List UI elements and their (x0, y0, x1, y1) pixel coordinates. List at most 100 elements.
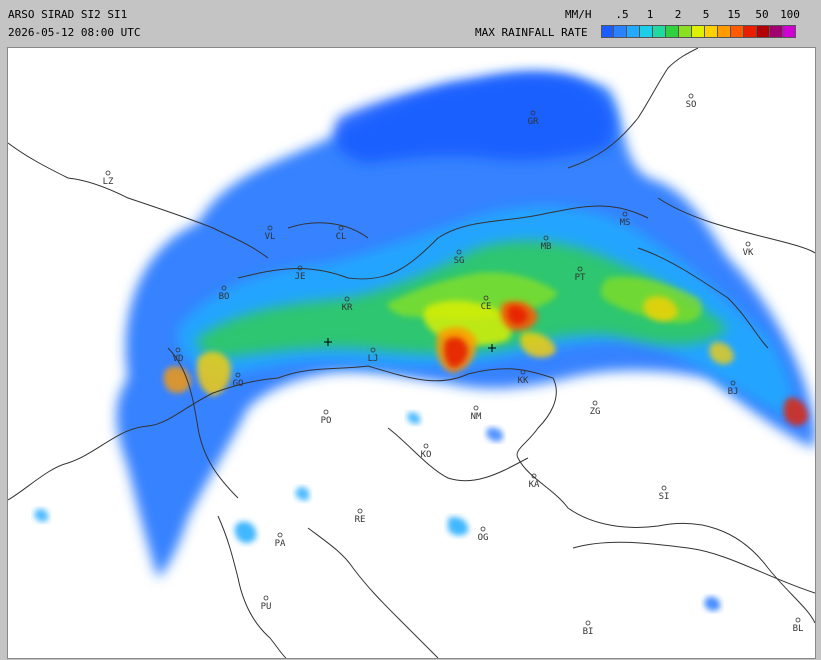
city-zg: ZG (590, 400, 601, 417)
city-label: VL (265, 232, 276, 242)
city-si: SI (659, 485, 670, 502)
city-label: SI (659, 492, 670, 502)
rain-cell-1 (334, 72, 614, 163)
city-re: RE (355, 508, 366, 525)
legend-swatch-6 (679, 25, 692, 38)
city-bl: BL (793, 617, 804, 634)
city-vk: VK (743, 241, 754, 258)
city-label: KR (342, 303, 353, 313)
legend-swatch-0 (601, 25, 614, 38)
legend-tick-label: 15 (727, 8, 741, 21)
city-dot (323, 409, 329, 415)
rain-cell-21 (295, 486, 310, 501)
city-dot (795, 617, 801, 623)
city-label: BI (583, 627, 594, 637)
rain-cell-17 (234, 521, 257, 544)
legend-swatch-14 (783, 25, 796, 38)
city-dot (473, 405, 479, 411)
city-label: VK (743, 248, 754, 258)
city-label: PT (575, 273, 586, 283)
city-dot (688, 93, 694, 99)
legend-tick-label: 2 (674, 8, 682, 21)
legend-tick-label: 50 (755, 8, 769, 21)
city-pu: PU (261, 595, 272, 612)
border-inner-4 (387, 427, 529, 482)
city-label: RE (355, 515, 366, 525)
legend-swatch-3 (640, 25, 653, 38)
legend-label: MAX RAINFALL RATE (475, 26, 588, 39)
city-so: SO (686, 93, 697, 110)
city-label: ZG (590, 407, 601, 417)
legend-swatch-4 (653, 25, 666, 38)
rain-cell-18 (448, 516, 469, 536)
rain-cell-20 (34, 508, 49, 522)
city-dot (105, 170, 111, 176)
city-label: NM (471, 412, 482, 422)
product-title: ARSO SIRAD SI2 SI1 (8, 8, 128, 21)
city-nm: NM (471, 405, 482, 422)
city-label: KO (421, 450, 432, 460)
city-dot (423, 443, 429, 449)
radar-map[interactable]: SO GR LZ VL CL MB MS SG JE BO KR PT VK CE LJ VD GO KK NM ZG… (7, 47, 816, 659)
city-dot (480, 526, 486, 532)
city-label: GR (528, 117, 539, 127)
city-ka: KA (529, 473, 540, 490)
legend-swatch-1 (614, 25, 627, 38)
legend-swatch-10 (731, 25, 744, 38)
color-scale (601, 25, 796, 39)
precipitation-layer (34, 72, 815, 611)
city-dot (357, 508, 363, 514)
city-dot (592, 400, 598, 406)
legend-swatch-7 (692, 25, 705, 38)
city-label: JE (295, 272, 306, 282)
legend-swatch-2 (627, 25, 640, 38)
city-label: BL (793, 624, 804, 634)
city-label: KA (529, 480, 540, 490)
legend-swatch-9 (718, 25, 731, 38)
city-ko: KO (421, 443, 432, 460)
city-dot (277, 532, 283, 538)
city-label: BO (219, 292, 230, 302)
city-label: MS (620, 218, 631, 228)
city-label: VD (173, 354, 184, 364)
unit-label: MM/H (565, 8, 592, 21)
city-dot (661, 485, 667, 491)
city-og: OG (478, 526, 489, 543)
coastline-kvarner (307, 527, 439, 658)
city-bi: BI (583, 620, 594, 637)
legend-tick-label: .5 (615, 8, 629, 21)
legend-swatch-11 (744, 25, 757, 38)
city-label: SO (686, 100, 697, 110)
map-canvas[interactable]: SO GR LZ VL CL MB MS SG JE BO KR PT VK CE LJ VD GO KK NM ZG… (8, 48, 815, 658)
city-dot (745, 241, 751, 247)
city-po: PO (321, 409, 331, 426)
radar-frame: ARSO SIRAD SI2 SI1 2026-05-12 08:00 UTC … (0, 0, 821, 660)
city-label: CL (336, 232, 347, 242)
legend-swatch-13 (770, 25, 783, 38)
rain-cell-19 (704, 596, 721, 611)
city-pa: PA (275, 532, 286, 549)
city-label: LJ (368, 354, 379, 364)
city-label: SG (454, 256, 465, 266)
legend-swatch-8 (705, 25, 718, 38)
timestamp: 2026-05-12 08:00 UTC (8, 26, 141, 39)
city-label: PA (275, 539, 286, 549)
city-label: OG (478, 533, 489, 543)
legend-swatch-12 (757, 25, 770, 38)
city-label: BJ (728, 387, 739, 397)
legend-tick-label: 1 (646, 8, 654, 21)
city-dot (585, 620, 591, 626)
legend-tick-label: 5 (702, 8, 710, 21)
legend-tick-label: 100 (780, 8, 800, 21)
city-dot (263, 595, 269, 601)
city-label: GO (233, 379, 244, 389)
city-label: KK (518, 376, 529, 386)
legend-swatch-5 (666, 25, 679, 38)
city-label: CE (481, 302, 492, 312)
city-label: PU (261, 602, 272, 612)
border-south-east (572, 541, 815, 594)
city-lz: LZ (103, 170, 114, 187)
rain-cell-23 (486, 427, 504, 442)
rain-cell-22 (407, 412, 421, 425)
city-label: MB (541, 242, 552, 252)
